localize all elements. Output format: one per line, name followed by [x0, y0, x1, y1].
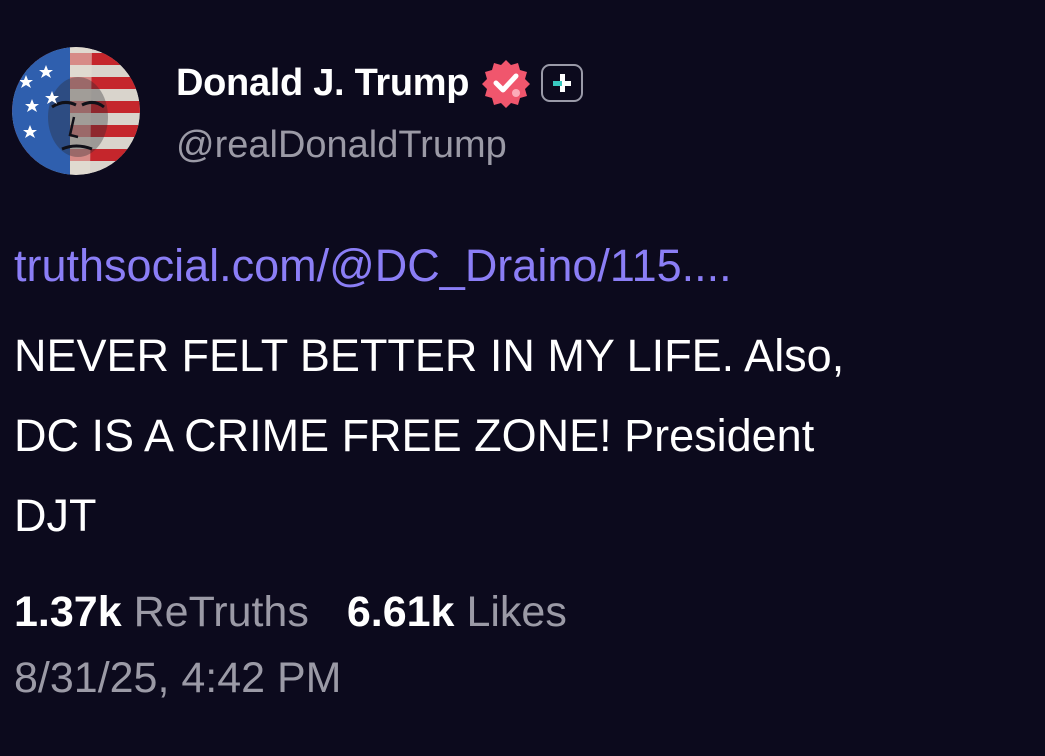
display-name[interactable]: Donald J. Trump — [176, 62, 470, 105]
post-stats: 1.37k ReTruths 6.61k Likes — [14, 588, 567, 637]
likes-label: Likes — [466, 588, 567, 636]
avatar[interactable] — [12, 47, 140, 175]
post-link[interactable]: truthsocial.com/@DC_Draino/115.... — [14, 240, 732, 292]
post-body-line: NEVER FELT BETTER IN MY LIFE. Also, — [14, 330, 845, 381]
retruths-stat[interactable]: 1.37k ReTruths — [14, 588, 309, 637]
post-timestamp: 8/31/25, 4:42 PM — [14, 654, 342, 702]
author-name-row: Donald J. Trump — [176, 58, 584, 108]
post-body: NEVER FELT BETTER IN MY LIFE. Also, DC I… — [14, 316, 1014, 556]
avatar-image — [12, 47, 140, 175]
likes-count: 6.61k — [346, 588, 455, 636]
retruths-label: ReTruths — [133, 588, 309, 636]
verified-badge-icon — [481, 58, 531, 108]
likes-stat[interactable]: 6.61k Likes — [347, 588, 567, 637]
author-handle[interactable]: @realDonaldTrump — [176, 124, 507, 167]
post-body-line: DC IS A CRIME FREE ZONE! President — [14, 410, 815, 461]
truth-post: Donald J. Trump @realDonaldTrump truthso… — [0, 0, 1045, 756]
retruths-count: 1.37k — [14, 588, 122, 636]
plus-badge-icon — [541, 64, 584, 102]
post-body-line: DJT — [14, 490, 97, 541]
